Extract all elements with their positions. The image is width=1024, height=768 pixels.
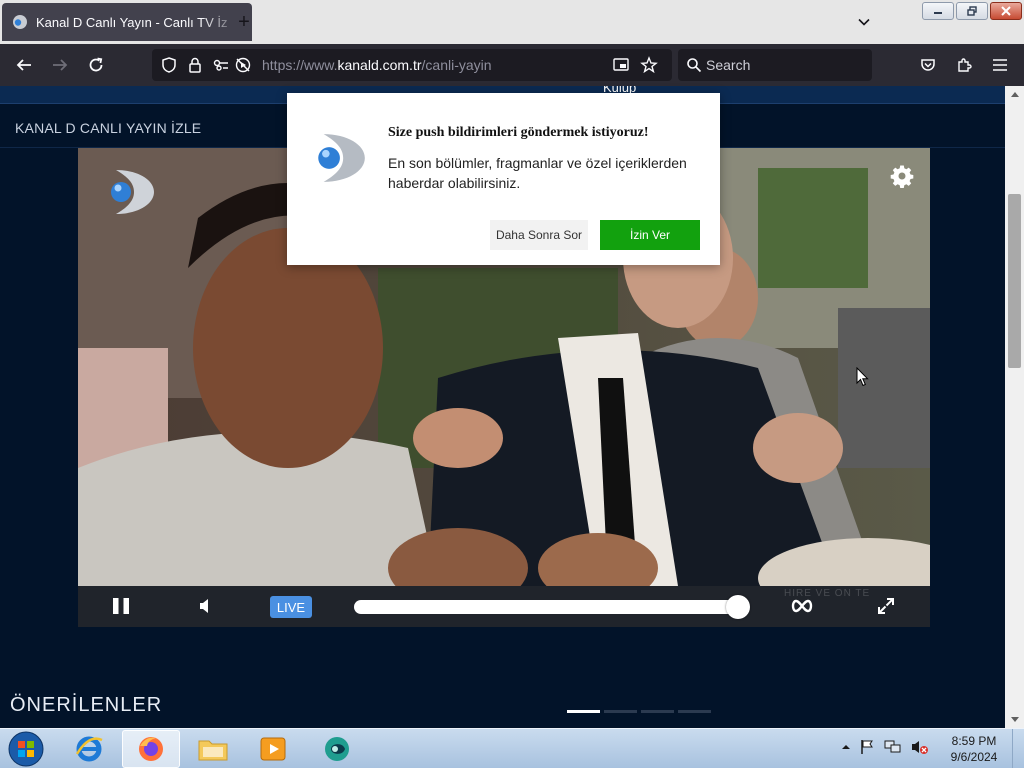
ask-later-button[interactable]: Daha Sonra Sor [490, 220, 588, 250]
puzzle-icon [958, 58, 972, 72]
search-icon [687, 58, 702, 73]
carousel-indicators [567, 710, 711, 713]
url-prefix: https://www. [262, 57, 338, 73]
restore-button[interactable] [956, 2, 988, 20]
close-icon [1001, 6, 1011, 16]
arrow-left-icon [16, 59, 31, 71]
carousel-dot[interactable] [567, 710, 600, 713]
volume-muted-icon[interactable] [911, 739, 929, 755]
infinity-icon[interactable] [790, 598, 814, 614]
page-scrollbar[interactable] [1005, 86, 1024, 728]
browser-tab-bar: Kanal D Canlı Yayın - Canlı TV İz + [0, 0, 1024, 44]
internet-explorer-icon [75, 736, 103, 762]
windows-start-orb-icon [8, 731, 44, 767]
arrow-right-icon [53, 59, 68, 71]
bookmark-star-icon[interactable] [640, 56, 658, 74]
scroll-up-button[interactable] [1005, 86, 1024, 102]
chevron-up-icon [1010, 92, 1019, 97]
kanal-d-favicon-icon [13, 15, 27, 29]
list-all-tabs-button[interactable] [852, 10, 876, 34]
chevron-down-icon [858, 18, 870, 26]
media-player-icon [260, 737, 286, 761]
scroll-down-button[interactable] [1005, 712, 1024, 728]
green-app-icon [325, 737, 349, 761]
pause-icon[interactable] [111, 596, 131, 616]
back-button[interactable] [12, 53, 36, 77]
taskbar-internet-explorer[interactable] [60, 730, 118, 768]
start-button[interactable] [6, 730, 46, 768]
action-center-flag-icon[interactable] [859, 739, 875, 755]
section-title: KANAL D CANLI YAYIN İZLE [15, 120, 202, 136]
reload-icon [89, 57, 103, 72]
progress-bar[interactable] [354, 600, 738, 614]
url-path: /canli-yayin [421, 57, 492, 73]
new-tab-button[interactable]: + [232, 10, 256, 34]
show-desktop-button[interactable] [1012, 729, 1024, 768]
minimize-button[interactable] [922, 2, 954, 20]
search-input[interactable]: Search [678, 49, 872, 81]
windows-taskbar: 8:59 PM 9/6/2024 [0, 728, 1024, 768]
show-hidden-icons-icon[interactable] [842, 743, 850, 751]
taskbar-file-explorer[interactable] [184, 730, 242, 768]
picture-in-picture-icon[interactable] [612, 56, 630, 74]
url-host: kanald.com.tr [337, 57, 422, 73]
window-controls [922, 2, 1022, 20]
firefox-icon [139, 737, 163, 761]
pocket-button[interactable] [916, 53, 940, 77]
menu-button[interactable] [988, 53, 1012, 77]
restore-icon [967, 6, 977, 16]
folder-icon [198, 740, 228, 761]
reload-button[interactable] [84, 53, 108, 77]
taskbar-firefox[interactable] [122, 730, 180, 768]
plus-icon: + [238, 10, 250, 33]
player-controls: LIVE HIRE VE ON TE [78, 586, 930, 627]
browser-tab-active[interactable]: Kanal D Canlı Yayın - Canlı TV İz [2, 3, 252, 41]
extensions-button[interactable] [952, 53, 976, 77]
fullscreen-icon[interactable] [876, 596, 896, 616]
progress-handle[interactable] [726, 595, 750, 619]
permissions-icon [213, 59, 228, 71]
lock-icon [189, 57, 201, 73]
recommended-title: ÖNERİLENLER [10, 694, 163, 716]
scrollbar-thumb[interactable] [1008, 194, 1021, 368]
pocket-icon [921, 59, 935, 71]
autoplay-blocked-icon [235, 57, 251, 73]
network-icon[interactable] [884, 739, 902, 755]
carousel-dot[interactable] [641, 710, 674, 713]
hamburger-menu-icon [993, 59, 1007, 71]
volume-icon[interactable] [198, 596, 214, 616]
dialog-title: Size push bildirimleri göndermek istiyor… [388, 125, 649, 140]
system-clock[interactable]: 8:59 PM 9/6/2024 [944, 733, 1004, 765]
tab-title: Kanal D Canlı Yayın - Canlı TV İz [36, 14, 228, 30]
allow-button[interactable]: İzin Ver [600, 220, 700, 250]
mouse-cursor-icon [856, 367, 869, 387]
forward-button[interactable] [48, 53, 72, 77]
kanal-d-logo-icon [111, 170, 154, 214]
carousel-dot[interactable] [678, 710, 711, 713]
carousel-dot[interactable] [604, 710, 637, 713]
clock-time: 8:59 PM [951, 734, 997, 748]
browser-nav-bar: https://www.kanald.com.tr/canli-yayin Se… [0, 44, 1024, 86]
clock-date: 9/6/2024 [950, 750, 998, 764]
dialog-message: En son bölümler, fragmanlar ve özel içer… [388, 155, 687, 191]
kanal-d-logo-icon [318, 134, 365, 182]
close-window-button[interactable] [990, 2, 1022, 20]
chevron-down-icon [1010, 717, 1019, 722]
taskbar-app[interactable] [308, 730, 366, 768]
settings-gear-icon[interactable] [890, 164, 914, 188]
live-badge[interactable]: LIVE [270, 596, 312, 618]
address-bar[interactable]: https://www.kanald.com.tr/canli-yayin [152, 49, 672, 81]
shield-icon [162, 57, 176, 73]
push-notification-dialog: Size push bildirimleri göndermek istiyor… [287, 93, 720, 265]
url-text: https://www.kanald.com.tr/canli-yayin [262, 57, 492, 73]
search-placeholder: Search [706, 57, 751, 73]
system-tray [842, 739, 929, 755]
taskbar-media-player[interactable] [244, 730, 302, 768]
minimize-icon [934, 12, 942, 14]
